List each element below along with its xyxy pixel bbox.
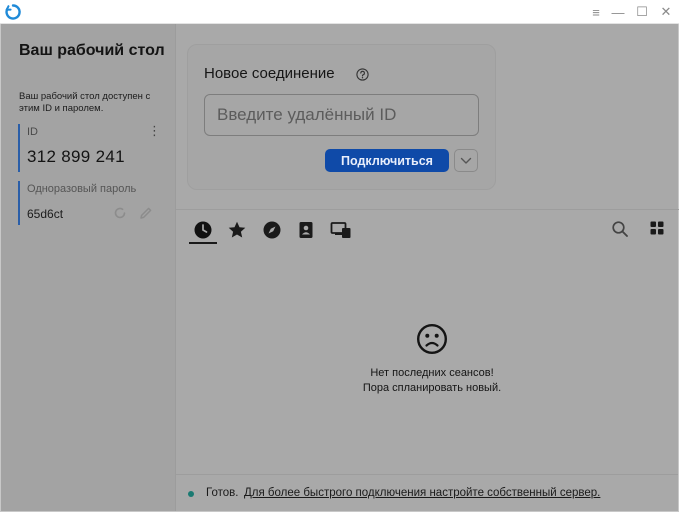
password-block: Одноразовый пароль 65d6ct	[18, 181, 166, 225]
menu-button[interactable]: ≡	[584, 0, 608, 24]
connect-button[interactable]: Подключиться	[325, 149, 449, 172]
setup-server-link[interactable]: Для более быстрого подключения настройте…	[244, 487, 600, 499]
address-book-icon	[299, 222, 313, 238]
minimize-button[interactable]: —	[606, 0, 630, 24]
id-block: ID ⋮ 312 899 241	[18, 124, 166, 172]
connect-options-button[interactable]	[454, 149, 478, 172]
sidebar: Ваш рабочий стол Ваш рабочий стол доступ…	[1, 24, 176, 511]
main-window: Ваш рабочий стол Ваш рабочий стол доступ…	[0, 24, 679, 512]
title-bar: ≡ — ☐ ✕	[0, 0, 679, 24]
password-label: Одноразовый пароль	[27, 183, 137, 195]
devices-icon	[330, 222, 351, 238]
star-icon	[228, 221, 246, 238]
status-bar: Готов. Для более быстрого подключения на…	[176, 474, 678, 511]
tab-discovered[interactable]	[260, 220, 284, 242]
compass-icon	[263, 221, 281, 239]
refresh-icon[interactable]	[112, 205, 128, 221]
sidebar-title: Ваш рабочий стол	[19, 42, 165, 59]
password-value[interactable]: 65d6ct	[27, 207, 63, 221]
id-value[interactable]: 312 899 241	[27, 147, 125, 167]
tab-group[interactable]	[329, 220, 353, 242]
active-tab-indicator	[189, 242, 217, 244]
sad-face-icon	[416, 323, 448, 355]
maximize-button[interactable]: ☐	[630, 0, 654, 24]
tab-address-book[interactable]	[294, 220, 318, 242]
grid-view-icon	[650, 221, 664, 235]
peer-tabs	[176, 209, 679, 247]
pencil-icon[interactable]	[138, 205, 154, 221]
empty-state-subtitle: Пора спланировать новый.	[362, 382, 502, 394]
sidebar-description: Ваш рабочий стол доступен с этим ID и па…	[19, 91, 151, 114]
empty-state-title: Нет последних сеансов!	[370, 367, 494, 379]
clock-icon	[194, 221, 212, 239]
status-indicator-icon	[188, 491, 194, 497]
new-connection-title: Новое соединение	[204, 65, 335, 82]
new-connection-card: Новое соединение Подключиться	[187, 44, 496, 190]
remote-id-input[interactable]	[204, 94, 479, 136]
tab-recent[interactable]	[191, 220, 215, 242]
help-icon[interactable]	[356, 68, 369, 81]
chevron-down-icon	[460, 157, 472, 164]
search-icon	[612, 221, 628, 237]
kebab-menu-icon[interactable]: ⋮	[148, 124, 161, 138]
close-button[interactable]: ✕	[654, 0, 678, 24]
tab-favorites[interactable]	[225, 220, 249, 242]
app-logo-icon	[5, 4, 21, 20]
search-button[interactable]	[608, 220, 632, 242]
view-toggle-button[interactable]	[645, 220, 669, 242]
status-text: Готов.	[206, 487, 239, 499]
id-label: ID	[27, 126, 38, 138]
